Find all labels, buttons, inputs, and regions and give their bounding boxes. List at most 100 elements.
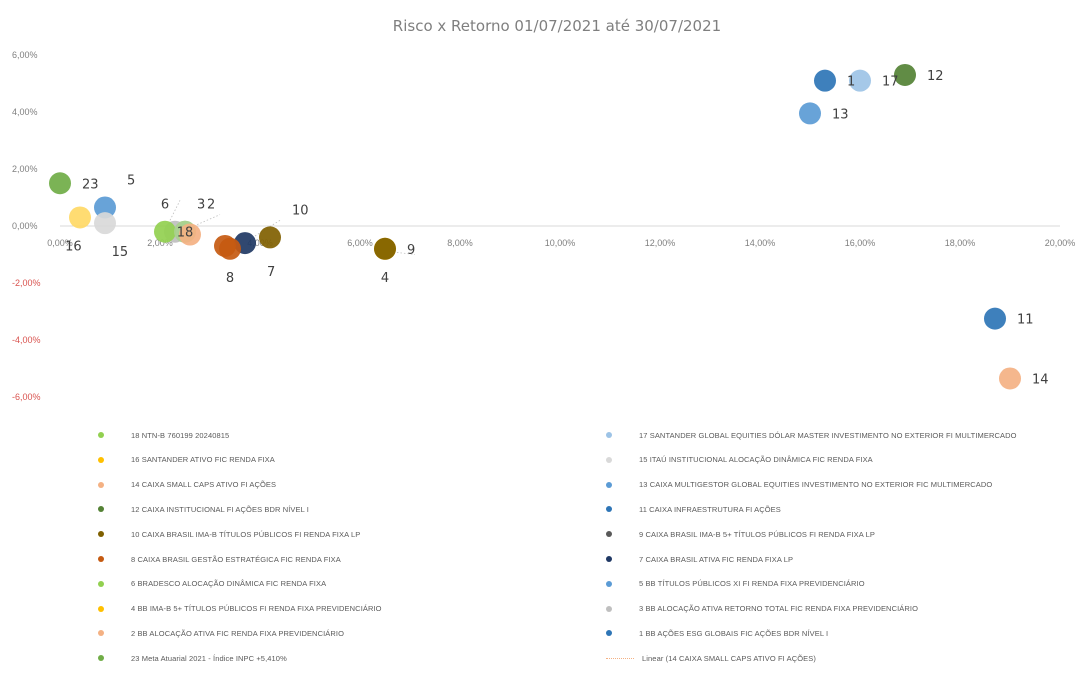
legend-marker (606, 556, 612, 562)
point-label-11: 11 (1017, 313, 1034, 328)
legend-item: 8 CAIXA BRASIL GESTÃO ESTRATÉGICA FIC RE… (98, 552, 341, 566)
legend-label: 13 CAIXA MULTIGESTOR GLOBAL EQUITIES INV… (639, 480, 993, 490)
legend-label: 8 CAIXA BRASIL GESTÃO ESTRATÉGICA FIC RE… (131, 554, 341, 564)
legend-item: 14 CAIXA SMALL CAPS ATIVO FI AÇÕES (98, 478, 276, 492)
point-label-18: 18 (177, 226, 194, 241)
y-tick-label: 2,00% (12, 164, 38, 174)
legend-marker (98, 580, 104, 587)
legend-marker (98, 506, 104, 513)
legend-marker (606, 580, 612, 587)
legend-item: 9 CAIXA BRASIL IMA-B 5+ TÍTULOS PÚBLICOS… (606, 527, 875, 541)
legend-label: 6 BRADESCO ALOCAÇÃO DINÂMICA FIC RENDA F… (131, 579, 327, 589)
chart-legend: 18 NTN-B 760199 20240815 16 SANTANDER ATI… (0, 420, 1088, 697)
data-point-18b (214, 234, 236, 257)
legend-marker (98, 481, 104, 488)
point-label-10: 10 (292, 203, 309, 218)
chart-title: Risco x Retorno 01/07/2021 até 30/07/202… (393, 17, 721, 35)
point-label-16: 16 (65, 239, 82, 254)
point-label-1: 1 (847, 75, 855, 90)
legend-marker (98, 531, 104, 538)
legend-label: 11 CAIXA INFRAESTRUTURA FI AÇÕES (639, 504, 781, 514)
data-point-14 (999, 367, 1021, 390)
legend-marker (606, 531, 612, 538)
x-tick-label: 12,00% (645, 238, 676, 248)
legend-item: 6 BRADESCO ALOCAÇÃO DINÂMICA FIC RENDA F… (98, 577, 326, 591)
point-label-7: 7 (267, 265, 275, 280)
legend-line-marker (606, 657, 634, 659)
legend-label: 12 CAIXA INSTITUCIONAL FI AÇÕES BDR NÍVE… (131, 504, 309, 514)
legend-marker (98, 556, 104, 562)
legend-item: 15 ITAÚ INSTITUCIONAL ALOCAÇÃO DINÂMICA … (606, 453, 873, 467)
legend-label: 9 CAIXA BRASIL IMA-B 5+ TÍTULOS PÚBLICOS… (639, 529, 875, 539)
data-points (49, 63, 1021, 390)
legend-marker (606, 605, 612, 612)
y-tick-label: -4,00% (12, 335, 41, 345)
legend-marker (606, 432, 612, 438)
point-label-9: 9 (407, 243, 415, 258)
legend-marker (98, 630, 104, 637)
data-point-23 (49, 172, 71, 195)
legend-item: 13 CAIXA MULTIGESTOR GLOBAL EQUITIES INV… (606, 478, 992, 492)
y-tick-label: -6,00% (12, 392, 41, 402)
x-tick-label: 16,00% (845, 238, 876, 248)
legend-label: 10 CAIXA BRASIL IMA-B TÍTULOS PÚBLICOS F… (131, 529, 361, 539)
legend-item: 11 CAIXA INFRAESTRUTURA FI AÇÕES (606, 502, 781, 516)
legend-item: 17 SANTANDER GLOBAL EQUITIES DÓLAR MASTE… (606, 428, 1017, 442)
legend-label: 4 BB IMA-B 5+ TÍTULOS PÚBLICOS FI RENDA … (131, 604, 382, 614)
point-label-14: 14 (1032, 372, 1049, 387)
x-tick-label: 20,00% (1045, 238, 1076, 248)
x-tick-label: 6,00% (347, 238, 373, 248)
legend-item: 7 CAIXA BRASIL ATIVA FIC RENDA FIXA LP (606, 552, 793, 566)
point-label-3: 3 (197, 198, 205, 213)
legend-marker (606, 456, 612, 463)
y-tick-label: -2,00% (12, 278, 41, 288)
leader-line (169, 200, 181, 221)
point-label-17: 17 (882, 75, 899, 90)
x-tick-label: 18,00% (945, 238, 976, 248)
point-label-12: 12 (927, 69, 944, 84)
legend-label: 7 CAIXA BRASIL ATIVA FIC RENDA FIXA LP (639, 554, 794, 564)
legend-item: 4 BB IMA-B 5+ TÍTULOS PÚBLICOS FI RENDA … (98, 602, 382, 616)
legend-label: 14 CAIXA SMALL CAPS ATIVO FI AÇÕES (131, 480, 277, 490)
legend-label: 16 SANTANDER ATIVO FIC RENDA FIXA (131, 455, 275, 465)
legend-marker (98, 456, 104, 463)
legend-label: 23 Meta Atuarial 2021 - Índice INPC +5,4… (131, 653, 287, 663)
legend-marker (606, 630, 612, 637)
y-tick-label: 4,00% (12, 107, 38, 117)
data-point-11 (984, 307, 1006, 330)
legend-item: 3 BB ALOCAÇÃO ATIVA RETORNO TOTAL FIC RE… (606, 602, 918, 616)
legend-label: 5 BB TÍTULOS PÚBLICOS XI FI RENDA FIXA P… (639, 579, 865, 589)
legend-item: 23 Meta Atuarial 2021 - Índice INPC +5,4… (98, 651, 287, 665)
point-label-2: 2 (207, 198, 215, 213)
legend-marker (98, 432, 104, 438)
legend-label: 18 NTN-B 760199 20240815 (131, 430, 230, 440)
legend-item: 2 BB ALOCAÇÃO ATIVA FIC RENDA FIXA PREVI… (98, 626, 344, 640)
legend-marker (606, 481, 612, 488)
legend-item: 18 NTN-B 760199 20240815 (98, 428, 229, 442)
data-point-1 (814, 69, 836, 92)
point-labels: 12345678910111213141516171823 (65, 69, 1048, 388)
legend-item: 1 BB AÇÕES ESG GLOBAIS FIC AÇÕES BDR NÍV… (606, 626, 828, 640)
risk-return-chart: Risco x Retorno 01/07/2021 até 30/07/202… (12, 17, 1076, 402)
legend-label: 15 ITAÚ INSTITUCIONAL ALOCAÇÃO DINÂMICA … (639, 455, 873, 465)
point-label-5: 5 (127, 173, 135, 188)
legend-item: 16 SANTANDER ATIVO FIC RENDA FIXA (98, 453, 275, 467)
legend-label: 1 BB AÇÕES ESG GLOBAIS FIC AÇÕES BDR NÍV… (639, 628, 829, 638)
point-label-6: 6 (161, 198, 169, 213)
data-point-13 (799, 102, 821, 125)
legend-marker (606, 506, 612, 513)
legend-label: 17 SANTANDER GLOBAL EQUITIES DÓLAR MASTE… (639, 430, 1017, 440)
point-label-23: 23 (82, 177, 99, 192)
legend-item: 5 BB TÍTULOS PÚBLICOS XI FI RENDA FIXA P… (606, 577, 865, 591)
legend-label: Linear (14 CAIXA SMALL CAPS ATIVO FI AÇÕ… (642, 653, 816, 663)
point-label-13: 13 (832, 107, 849, 122)
legend-marker (98, 605, 104, 612)
point-label-15: 15 (112, 245, 129, 260)
data-point-10 (259, 226, 281, 249)
point-label-4: 4 (381, 271, 389, 286)
y-tick-label: 6,00% (12, 50, 38, 60)
data-point-6 (154, 220, 176, 243)
legend-label: 3 BB ALOCAÇÃO ATIVA RETORNO TOTAL FIC RE… (639, 604, 919, 614)
x-tick-label: 14,00% (745, 238, 776, 248)
data-point-16 (69, 206, 91, 229)
